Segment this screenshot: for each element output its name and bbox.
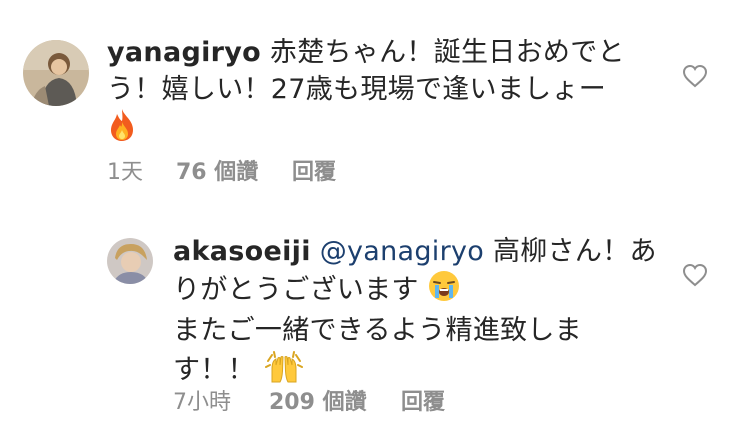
username[interactable]: akasoeiji <box>173 236 311 267</box>
timestamp: 7小時 <box>173 390 231 415</box>
fire-emoji <box>107 108 137 152</box>
comment-meta: 7小時 209 個讚 回覆 <box>173 384 573 415</box>
reply-button[interactable]: 回覆 <box>292 154 336 186</box>
timestamp: 1天 <box>107 160 143 185</box>
avatar-akasoeiji[interactable] <box>107 238 153 284</box>
loudly-crying-face-emoji <box>428 270 460 312</box>
likes-count[interactable]: 76 個讚 <box>176 154 258 186</box>
comment-line: 高柳さん！あ <box>493 236 657 267</box>
comment-line: またご一緒できるよう精進致しま <box>173 315 582 346</box>
avatar-yanagiryo[interactable] <box>23 40 89 106</box>
reply-button[interactable]: 回覆 <box>401 384 445 416</box>
comment-line: りがとうございます <box>173 274 419 306</box>
comment-akasoeiji: akasoeiji @yanagiryo 高柳さん！あ りがとうございます また… <box>0 220 750 433</box>
comment-yanagiryo: yanagiryo 赤楚ちゃん！誕生日おめでと う！嬉しい！27歳も現場で逢いま… <box>0 0 750 200</box>
like-heart-icon[interactable] <box>682 263 708 287</box>
comment-line: 赤楚ちゃん！誕生日おめでと <box>269 37 625 68</box>
comment-meta: 1天 76 個讚 回覆 <box>107 154 507 185</box>
comment-text: akasoeiji @yanagiryo 高柳さん！あ りがとうございます また… <box>173 233 657 393</box>
like-heart-icon[interactable] <box>682 64 708 88</box>
comment-text: yanagiryo 赤楚ちゃん！誕生日おめでと う！嬉しい！27歳も現場で逢いま… <box>107 34 667 145</box>
likes-count[interactable]: 209 個讚 <box>269 384 367 416</box>
comment-line: う！嬉しい！27歳も現場で逢いましょー <box>107 74 607 105</box>
mention-link[interactable]: @yanagiryo <box>320 236 484 267</box>
username[interactable]: yanagiryo <box>107 37 261 68</box>
comment-line: す！！ <box>173 354 255 386</box>
